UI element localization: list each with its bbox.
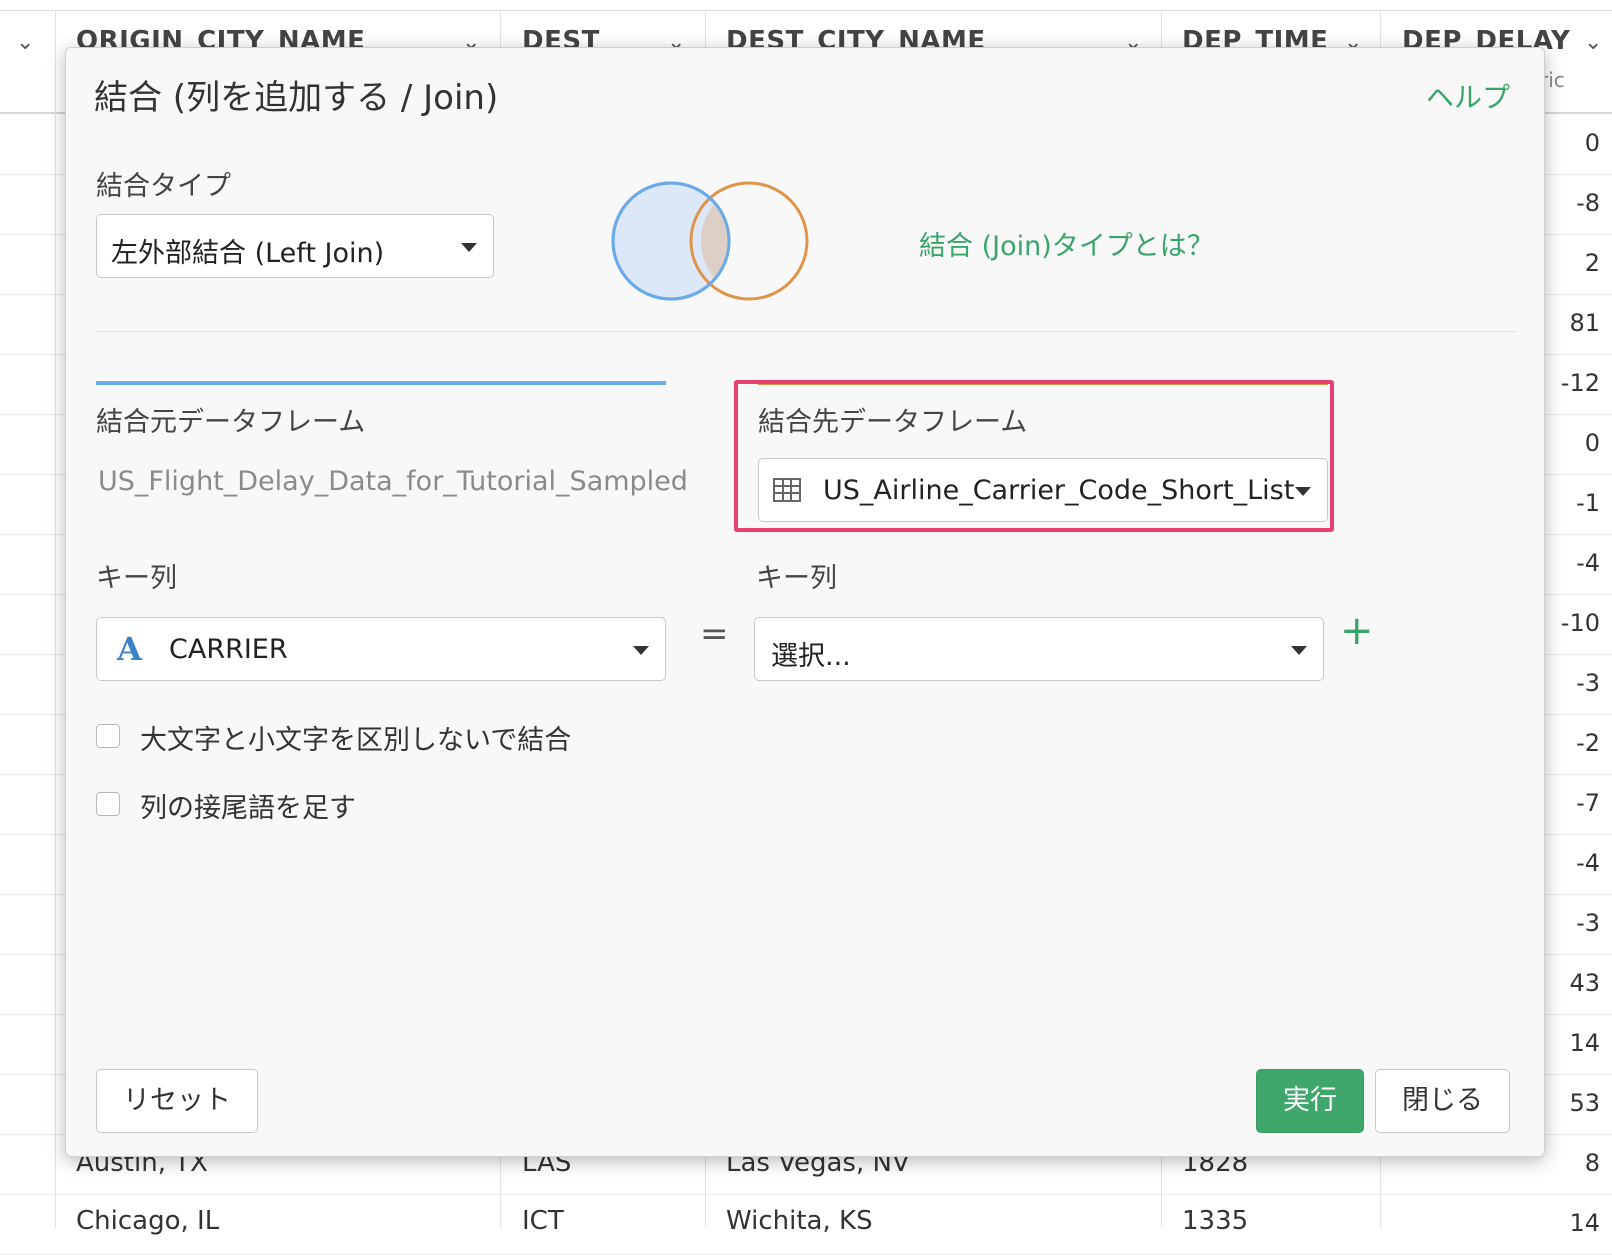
venn-diagram-icon	[611, 181, 809, 301]
add-key-button[interactable]: +	[1340, 608, 1374, 654]
row-divider	[0, 1194, 1612, 1195]
target-dataframe-select[interactable]: US_Airline_Carrier_Code_Short_List	[758, 458, 1328, 522]
source-dataframe-label: 結合元データフレーム	[96, 407, 366, 438]
caret-down-icon	[633, 646, 649, 655]
caret-down-icon	[1291, 646, 1307, 655]
case-insensitive-label[interactable]: 大文字と小文字を区別しないで結合	[140, 718, 571, 757]
cell-dep-delay: 14	[1569, 1209, 1600, 1237]
key-column-right-value: 選択...	[771, 641, 851, 672]
divider	[96, 331, 1516, 332]
table-icon	[773, 478, 801, 502]
join-dialog: 結合 (列を追加する / Join) ヘルプ 結合タイプ 左外部結合 (Left…	[65, 47, 1545, 1157]
string-type-icon: A	[117, 630, 142, 668]
suffix-label[interactable]: 列の接尾語を足す	[140, 786, 356, 825]
equals-sign: =	[700, 614, 729, 654]
target-dataframe-value: US_Airline_Carrier_Code_Short_List	[823, 475, 1295, 506]
close-button[interactable]: 閉じる	[1375, 1069, 1510, 1133]
run-button[interactable]: 実行	[1256, 1069, 1364, 1133]
cell-dep-time: 1335	[1182, 1206, 1249, 1236]
cell-origin: Chicago, IL	[76, 1206, 220, 1236]
column-divider	[55, 10, 56, 1228]
chevron-down-icon[interactable]: ⌄	[16, 30, 34, 55]
case-insensitive-checkbox[interactable]	[96, 724, 120, 748]
key-column-right-select[interactable]: 選択...	[754, 617, 1324, 681]
reset-button[interactable]: リセット	[96, 1069, 258, 1133]
help-link[interactable]: ヘルプ	[1426, 76, 1510, 116]
source-dataframe-value: US_Flight_Delay_Data_for_Tutorial_Sample…	[98, 466, 688, 497]
join-type-label: 結合タイプ	[96, 171, 231, 202]
join-type-value: 左外部結合 (Left Join)	[111, 238, 385, 269]
caret-down-icon	[461, 243, 477, 252]
key-column-label-left: キー列	[96, 563, 177, 594]
source-color-bar	[96, 381, 666, 385]
cell-dest-city: Wichita, KS	[726, 1206, 873, 1236]
join-type-select[interactable]: 左外部結合 (Left Join)	[96, 214, 494, 278]
key-column-left-value: CARRIER	[169, 634, 288, 665]
suffix-checkbox[interactable]	[96, 792, 120, 816]
cell-dest: ICT	[522, 1206, 564, 1236]
key-column-left-select[interactable]: A CARRIER	[96, 617, 666, 681]
caret-down-icon	[1295, 487, 1311, 496]
target-dataframe-label: 結合先データフレーム	[758, 407, 1028, 438]
join-type-help-link[interactable]: 結合 (Join)タイプとは？	[919, 224, 1214, 263]
dialog-title: 結合 (列を追加する / Join)	[94, 78, 499, 118]
key-column-label-right: キー列	[756, 563, 837, 594]
chevron-down-icon[interactable]: ⌄	[1584, 30, 1602, 55]
